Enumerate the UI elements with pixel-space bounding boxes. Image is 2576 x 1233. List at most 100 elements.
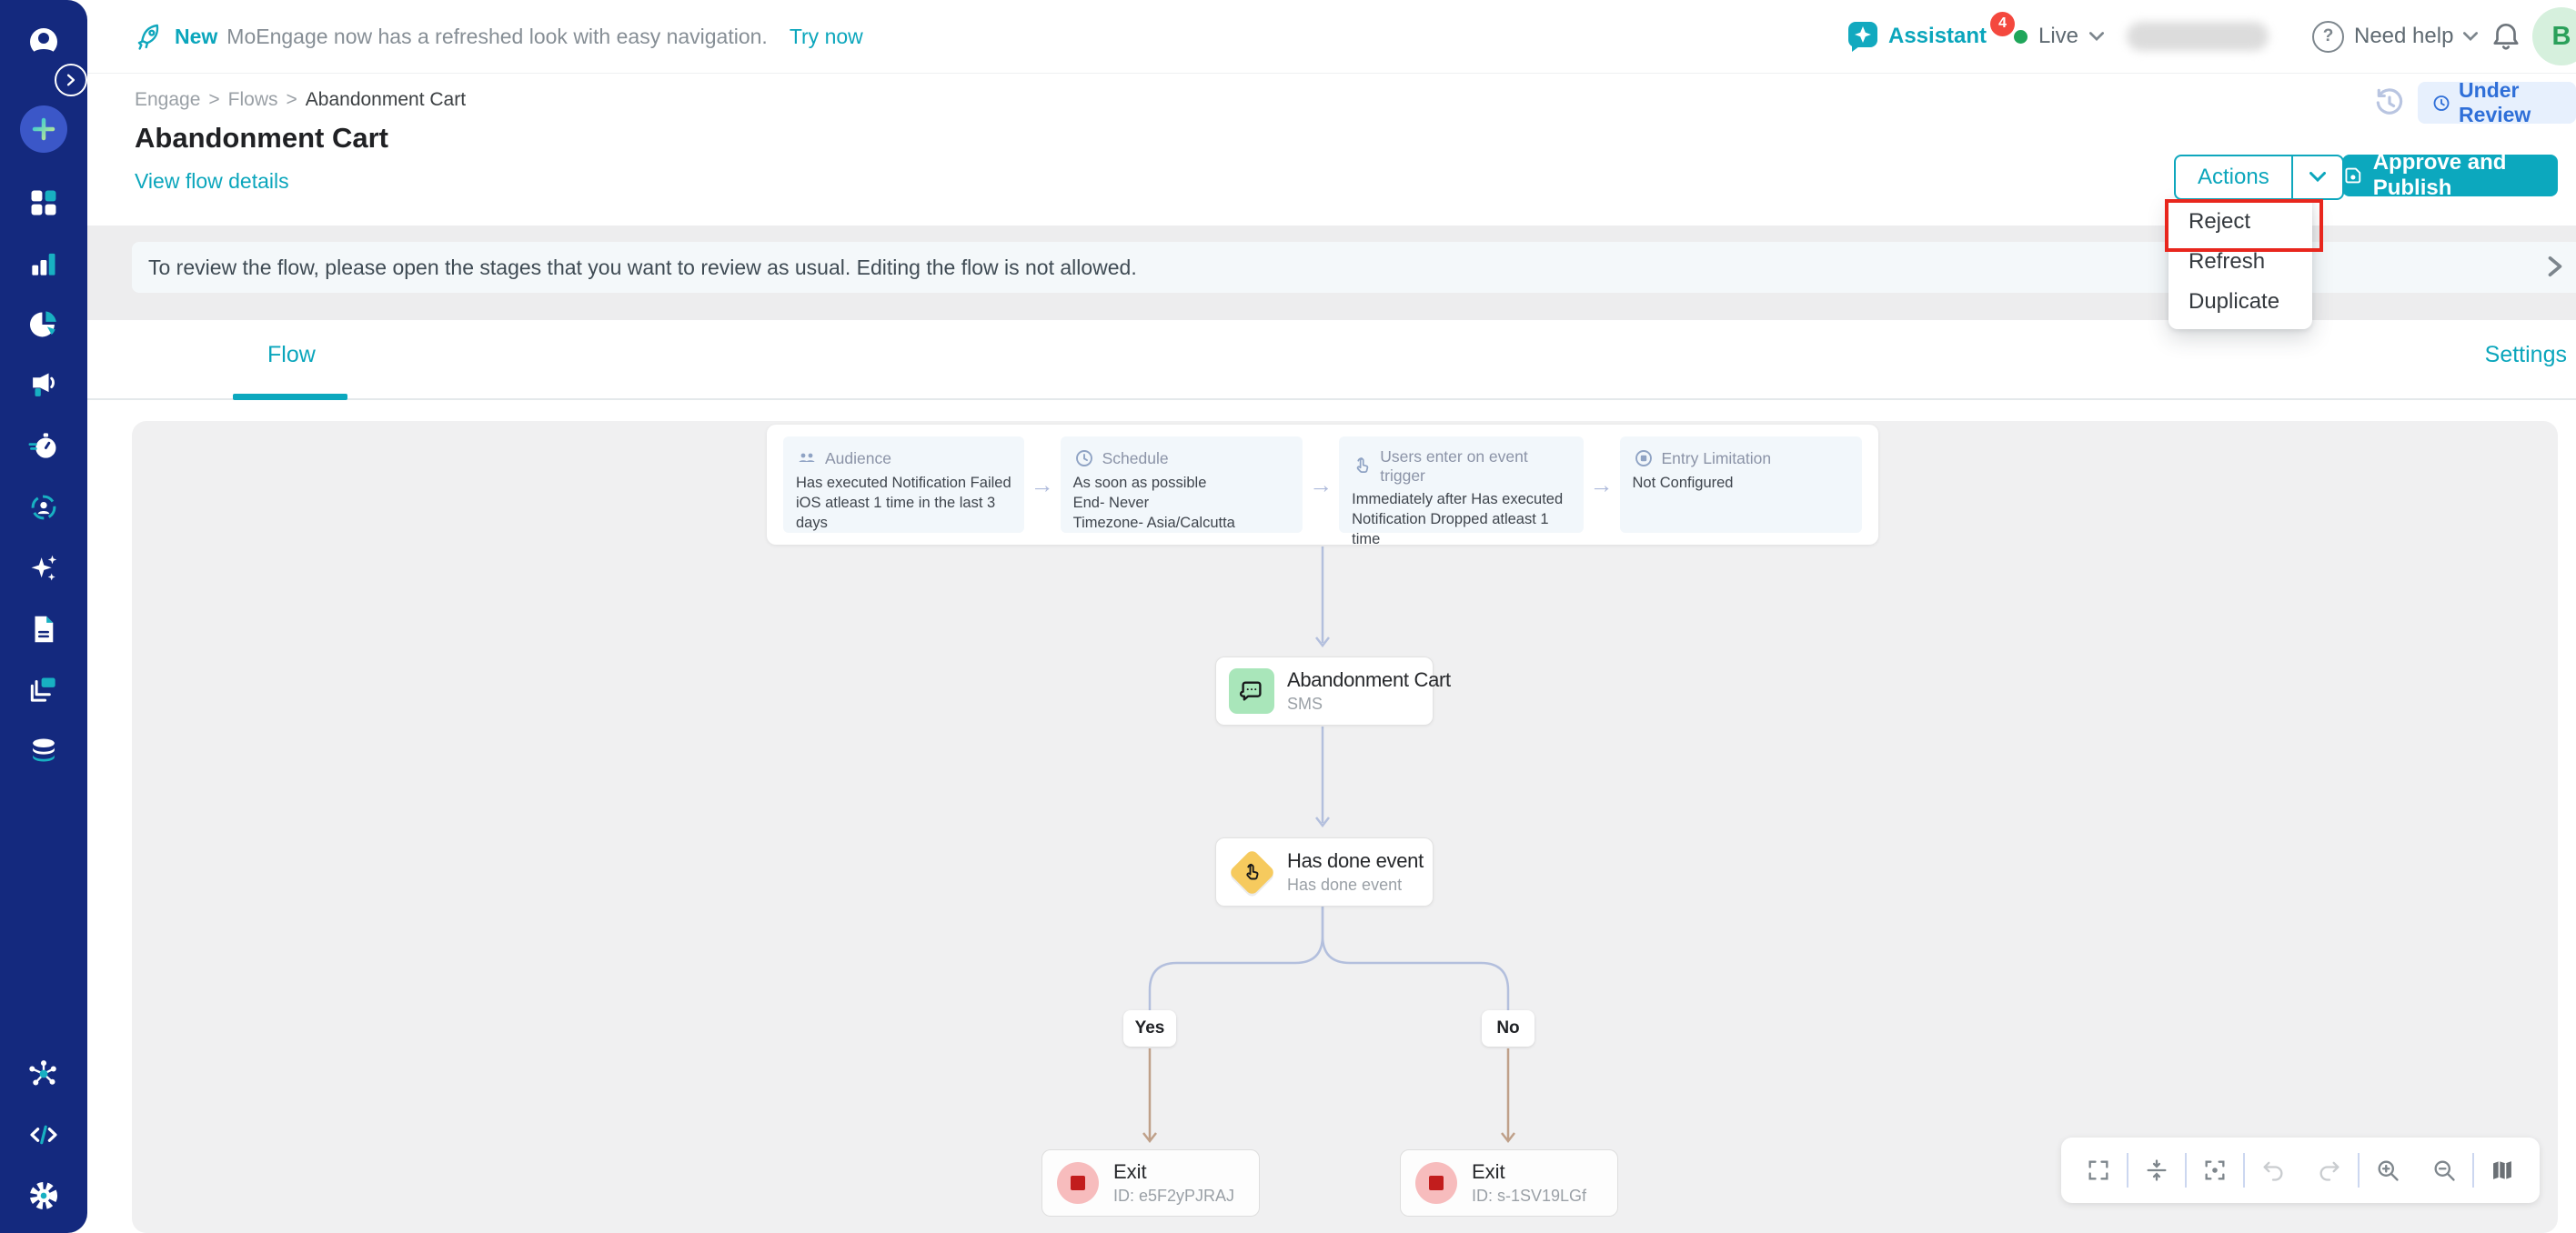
redo-icon <box>2317 1158 2342 1183</box>
condition-icon <box>1229 849 1274 895</box>
menu-item-refresh[interactable]: Refresh <box>2168 242 2312 282</box>
chevron-down-icon <box>2463 32 2478 42</box>
environment-selector[interactable]: Live <box>2014 0 2104 73</box>
zoom-in-button[interactable] <box>2360 1138 2416 1203</box>
status-badge: Under Review <box>2418 82 2576 124</box>
approve-and-publish-button[interactable]: Approve and Publish <box>2342 155 2558 196</box>
flow-canvas[interactable]: Audience Has executed Notification Faile… <box>132 421 2558 1233</box>
zoom-out-button[interactable] <box>2416 1138 2472 1203</box>
zoom-in-icon <box>2375 1158 2400 1183</box>
live-dot-icon <box>2014 30 2028 44</box>
clock-icon <box>2432 91 2450 115</box>
redo-button[interactable] <box>2301 1138 2358 1203</box>
schedule-icon <box>1073 447 1095 469</box>
canvas-toolbar <box>2061 1138 2540 1203</box>
focus-center-button[interactable] <box>2187 1138 2243 1203</box>
stage-arrow-icon: → <box>1584 471 1620 499</box>
undo-button[interactable] <box>2245 1138 2301 1203</box>
need-help-menu[interactable]: ? Need help <box>2312 0 2478 73</box>
active-tab-indicator <box>233 394 347 400</box>
breadcrumb-current: Abandonment Cart <box>306 89 466 111</box>
moengage-logo-icon <box>23 24 65 62</box>
exit-icon <box>1415 1162 1457 1204</box>
stage-summary-bar: Audience Has executed Notification Faile… <box>767 425 1878 545</box>
sidebar-item-analytics[interactable] <box>26 246 61 281</box>
minimap-button[interactable] <box>2474 1138 2531 1203</box>
node-title: Exit <box>1472 1160 1586 1184</box>
sidebar-item-reports[interactable] <box>26 612 61 647</box>
stage-audience[interactable]: Audience Has executed Notification Faile… <box>783 436 1024 533</box>
audience-icon <box>796 447 818 469</box>
breadcrumb-engage[interactable]: Engage <box>135 89 200 111</box>
sidebar-item-dashboard[interactable] <box>26 185 61 220</box>
minimap-icon <box>2490 1158 2515 1183</box>
avatar[interactable]: B <box>2532 7 2576 65</box>
node-title: Exit <box>1113 1160 1234 1184</box>
branch-label-yes: Yes <box>1123 1010 1176 1047</box>
tab-flow[interactable]: Flow <box>267 342 316 368</box>
sidebar-item-segments[interactable] <box>26 307 61 342</box>
undo-icon <box>2260 1158 2286 1183</box>
workspace-name-blurred <box>2127 0 2269 73</box>
node-title: Has done event <box>1287 849 1424 873</box>
need-help-label: Need help <box>2354 24 2453 49</box>
menu-item-reject[interactable]: Reject <box>2168 202 2312 242</box>
history-button[interactable] <box>2372 85 2407 120</box>
view-flow-details-link[interactable]: View flow details <box>135 169 289 194</box>
save-icon <box>2342 163 2364 188</box>
menu-item-duplicate[interactable]: Duplicate <box>2168 282 2312 322</box>
stage-event-trigger[interactable]: Users enter on event trigger Immediately… <box>1339 436 1583 533</box>
question-icon: ? <box>2312 21 2344 53</box>
banner-expand-button[interactable] <box>2545 255 2565 278</box>
tab-row: Flow Settings <box>87 320 2576 400</box>
bell-icon <box>2489 19 2523 54</box>
history-icon <box>2372 85 2407 120</box>
notifications-button[interactable] <box>2489 0 2523 73</box>
actions-dropdown-menu: Reject Refresh Duplicate <box>2168 198 2312 329</box>
status-label: Under Review <box>2459 78 2561 127</box>
assistant-button[interactable]: Assistant 4 <box>1845 0 2015 73</box>
fit-view-button[interactable] <box>2128 1138 2185 1203</box>
actions-caret-button[interactable] <box>2293 156 2342 198</box>
stage-arrow-icon: → <box>1024 471 1061 499</box>
fit-view-icon <box>2144 1158 2169 1183</box>
tab-settings[interactable]: Settings <box>2485 342 2567 368</box>
fullscreen-button[interactable] <box>2070 1138 2127 1203</box>
chevron-right-icon <box>65 74 76 86</box>
moengage-logo[interactable] <box>23 24 65 62</box>
sidebar-item-settings[interactable] <box>26 1178 61 1213</box>
actions-button[interactable]: Actions <box>2174 155 2344 200</box>
actions-label[interactable]: Actions <box>2176 156 2291 198</box>
sidebar-item-templates[interactable] <box>26 673 61 707</box>
sidebar-item-data[interactable] <box>26 734 61 768</box>
sidebar-item-developer[interactable] <box>26 1118 61 1152</box>
node-id: ID: e5F2yPJRAJ <box>1113 1187 1234 1206</box>
sidebar-item-ai-sparkles[interactable] <box>26 551 61 586</box>
sidebar-item-campaigns[interactable] <box>26 368 61 403</box>
environment-label: Live <box>2038 24 2078 49</box>
node-exit-no[interactable]: Exit ID: s-1SV19LGf <box>1400 1149 1618 1217</box>
node-subtitle: Has done event <box>1287 876 1424 895</box>
node-sms-abandonment-cart[interactable]: Abandonment Cart SMS <box>1215 657 1434 726</box>
chevron-down-icon <box>2089 32 2104 42</box>
stage-schedule[interactable]: Schedule As soon as possible End- Never … <box>1061 436 1303 533</box>
try-now-link[interactable]: Try now <box>790 25 863 49</box>
sidebar-item-audience-target[interactable] <box>26 490 61 525</box>
top-bar: New MoEngage now has a refreshed look wi… <box>0 0 2576 74</box>
sidebar <box>0 0 87 1233</box>
stage-entry-limitation[interactable]: Entry Limitation Not Configured <box>1620 436 1863 533</box>
sms-icon <box>1229 668 1274 714</box>
sidebar-expand-button[interactable] <box>55 64 87 96</box>
breadcrumb-flows[interactable]: Flows <box>228 89 278 111</box>
focus-center-icon <box>2202 1158 2228 1183</box>
node-exit-yes[interactable]: Exit ID: e5F2yPJRAJ <box>1041 1149 1260 1217</box>
sidebar-item-flows-timer[interactable] <box>26 429 61 464</box>
announcement: New MoEngage now has a refreshed look wi… <box>135 0 863 73</box>
node-has-done-event[interactable]: Has done event Has done event <box>1215 837 1434 907</box>
create-new-button[interactable] <box>20 105 67 153</box>
node-subtitle: SMS <box>1287 695 1451 714</box>
announcement-new: New <box>175 25 217 49</box>
breadcrumb: Engage > Flows > Abandonment Cart <box>135 89 466 111</box>
sidebar-item-integrations[interactable] <box>26 1057 61 1091</box>
stage-arrow-icon: → <box>1303 471 1339 499</box>
